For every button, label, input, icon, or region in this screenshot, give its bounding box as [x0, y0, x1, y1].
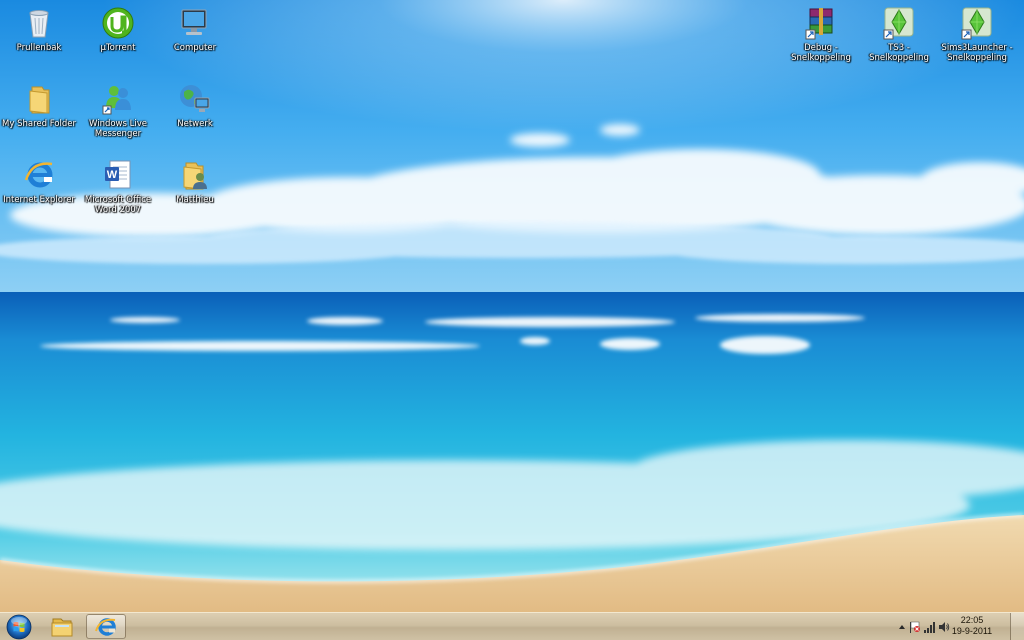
- utorrent-icon: [102, 7, 134, 39]
- sims-plumbob-icon: [961, 7, 992, 40]
- computer-label: Computer: [173, 43, 217, 53]
- internet-explorer-icon: [95, 618, 116, 636]
- desktop-icon-windows-live-messenger[interactable]: Windows Live Messenger: [80, 82, 156, 139]
- internet-explorer-label: Internet Explorer: [3, 195, 75, 205]
- computer-icon: [181, 9, 207, 35]
- desktop-icon-ts3[interactable]: TS3 - Snelkoppeling: [861, 6, 937, 63]
- word-2007-label: Microsoft Office Word 2007: [84, 195, 152, 215]
- folder-icon: [29, 86, 50, 114]
- desktop-icon-my-shared-folder[interactable]: My Shared Folder: [1, 82, 77, 129]
- clock[interactable]: 22:05 19-9-2011: [942, 615, 1002, 637]
- user-folder-icon: [183, 162, 207, 190]
- recycle-bin-label: Prullenbak: [16, 43, 62, 53]
- desktop-icon-netwerk[interactable]: Netwerk: [157, 82, 233, 129]
- start-orb-icon[interactable]: [3, 613, 35, 640]
- internet-explorer-icon: [24, 162, 53, 188]
- sims3launcher-label: Sims3Launcher - Snelkoppeling: [941, 43, 1013, 63]
- action-center-flag-icon[interactable]: [908, 621, 920, 633]
- my-shared-folder-label: My Shared Folder: [2, 119, 76, 129]
- system-tray: 22:05 19-9-2011: [890, 613, 1024, 640]
- netwerk-label: Netwerk: [177, 119, 213, 129]
- desktop-icon-matthieu[interactable]: Matthieu: [157, 158, 233, 205]
- word-icon: W: [105, 160, 131, 189]
- show-hidden-icons-chevron[interactable]: [898, 621, 906, 633]
- network-globe-icon: [180, 85, 210, 112]
- recycle-bin-icon: [29, 10, 49, 38]
- desktop-icon-sims3launcher[interactable]: Sims3Launcher - Snelkoppeling: [939, 6, 1015, 63]
- taskbar: 22:05 19-9-2011: [0, 612, 1024, 640]
- ts3-label: TS3 - Snelkoppeling: [869, 43, 929, 63]
- utorrent-label: µTorrent: [100, 43, 136, 53]
- taskbar-button-internet-explorer[interactable]: [86, 614, 126, 639]
- desktop-icon-recycle-bin[interactable]: Prullenbak: [1, 6, 77, 53]
- debug-label: Debug - Snelkoppeling: [791, 43, 851, 63]
- clock-time: 22:05: [960, 615, 984, 625]
- messenger-icon: [102, 86, 131, 115]
- show-desktop-button[interactable]: [1010, 613, 1024, 640]
- taskbar-gloss: [0, 613, 1024, 640]
- network-signal-icon[interactable]: [923, 621, 935, 633]
- sims-plumbob-icon: [883, 7, 914, 40]
- desktop-icon-debug[interactable]: Debug - Snelkoppeling: [783, 6, 859, 63]
- taskbar-button-explorer[interactable]: [42, 614, 82, 639]
- desktop-icon-computer[interactable]: Computer: [157, 6, 233, 53]
- desktop[interactable]: Prullenbak µTorrent Computer My Shared F…: [0, 0, 1024, 640]
- desktop-icon-word-2007[interactable]: W Microsoft Office Word 2007: [80, 158, 156, 215]
- windows-live-messenger-label: Windows Live Messenger: [88, 119, 147, 139]
- matthieu-label: Matthieu: [176, 195, 214, 205]
- clock-date: 19-9-2011: [951, 626, 993, 636]
- explorer-folder-icon: [51, 618, 73, 637]
- winrar-archive-icon: [805, 8, 833, 40]
- svg-text:W: W: [107, 169, 118, 181]
- desktop-icon-utorrent[interactable]: µTorrent: [80, 6, 156, 53]
- desktop-icon-internet-explorer[interactable]: Internet Explorer: [1, 158, 77, 205]
